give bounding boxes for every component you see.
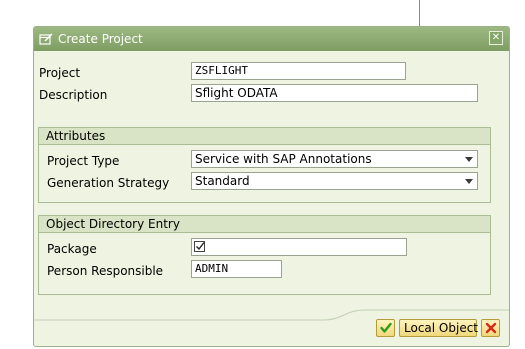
project-label: Project bbox=[39, 66, 81, 80]
dialog-title: Create Project bbox=[58, 32, 143, 46]
project-type-label: Project Type bbox=[47, 154, 120, 168]
confirm-button[interactable] bbox=[376, 319, 395, 337]
description-label: Description bbox=[39, 88, 108, 102]
attributes-section: Attributes Project Type Service with SAP… bbox=[38, 127, 491, 203]
create-project-dialog: Create Project ✕ Project ZSFLIGHT Descri… bbox=[33, 26, 510, 347]
green-check-icon bbox=[380, 322, 392, 334]
background-divider-line bbox=[419, 0, 420, 26]
object-directory-section-header: Object Directory Entry bbox=[39, 216, 490, 233]
chevron-down-icon[interactable] bbox=[465, 157, 473, 162]
cancel-button[interactable] bbox=[481, 319, 500, 337]
person-responsible-label: Person Responsible bbox=[47, 264, 164, 278]
local-object-button[interactable]: Local Object bbox=[399, 319, 478, 337]
description-input[interactable]: Sflight ODATA bbox=[191, 84, 478, 102]
package-label: Package bbox=[47, 242, 97, 256]
object-directory-section: Object Directory Entry Package Person Re… bbox=[38, 215, 491, 295]
checkbox-icon[interactable] bbox=[194, 241, 206, 253]
person-responsible-input[interactable]: ADMIN bbox=[191, 260, 282, 278]
generation-strategy-value: Standard bbox=[195, 174, 250, 188]
close-icon[interactable]: ✕ bbox=[489, 31, 503, 45]
dialog-titlebar[interactable]: Create Project ✕ bbox=[34, 27, 509, 51]
generation-strategy-label: Generation Strategy bbox=[47, 176, 170, 190]
generation-strategy-dropdown[interactable]: Standard bbox=[191, 172, 478, 190]
attributes-section-title: Attributes bbox=[46, 129, 106, 143]
edit-window-icon bbox=[39, 32, 53, 46]
chevron-down-icon[interactable] bbox=[465, 179, 473, 184]
package-input[interactable] bbox=[191, 238, 407, 256]
object-directory-section-title: Object Directory Entry bbox=[46, 217, 180, 231]
project-type-dropdown[interactable]: Service with SAP Annotations bbox=[191, 150, 478, 168]
attributes-section-header: Attributes bbox=[39, 128, 490, 145]
local-object-label: Local Object bbox=[404, 321, 478, 335]
project-input[interactable]: ZSFLIGHT bbox=[191, 62, 406, 80]
project-type-value: Service with SAP Annotations bbox=[195, 152, 372, 166]
red-x-icon bbox=[485, 322, 497, 334]
